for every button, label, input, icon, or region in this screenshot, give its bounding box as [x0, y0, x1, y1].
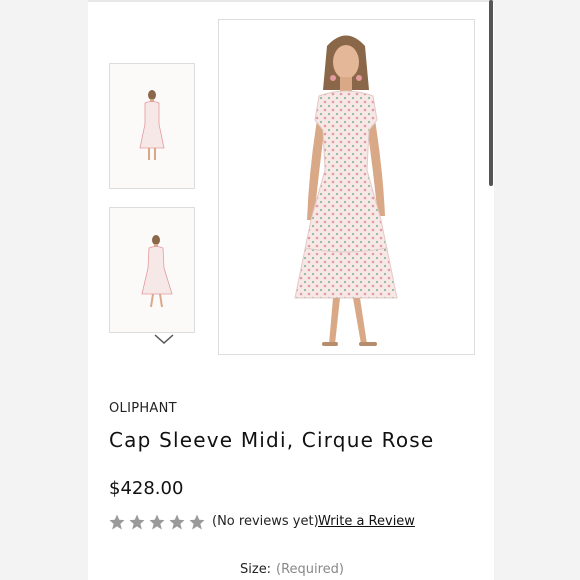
reviews-count: (No reviews yet) [212, 514, 319, 529]
rating-stars[interactable] [108, 513, 206, 531]
size-label: Size: [240, 562, 272, 577]
main-product-image[interactable] [218, 19, 475, 355]
star-icon [109, 514, 125, 530]
star-icon [169, 514, 185, 530]
thumbnail-1-image [139, 90, 165, 160]
product-title: Cap Sleeve Midi, Cirque Rose [109, 428, 435, 452]
star-icon [149, 514, 165, 530]
brand-name[interactable]: OLIPHANT [109, 401, 177, 416]
thumbnail-1[interactable] [109, 63, 195, 189]
scrollbar[interactable] [489, 0, 493, 186]
star-icon [129, 514, 145, 530]
thumbnail-2[interactable] [109, 207, 195, 333]
write-review-link[interactable]: Write a Review [318, 514, 415, 529]
size-required-hint: (Required) [276, 562, 345, 577]
product-price: $428.00 [109, 478, 184, 499]
chevron-down-icon[interactable] [153, 332, 175, 346]
thumbnail-2-image [141, 235, 173, 308]
dress-model-image [294, 35, 398, 346]
star-icon [189, 514, 205, 530]
top-divider [88, 0, 494, 2]
